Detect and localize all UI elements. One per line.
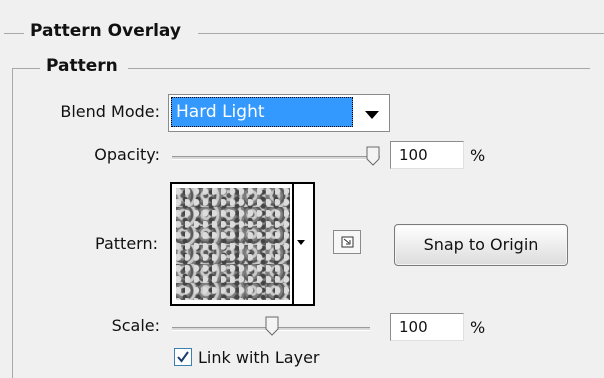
overlay-top-rule-right: [198, 33, 604, 34]
link-with-layer-checkbox[interactable]: [174, 348, 192, 366]
opacity-slider-track[interactable]: [172, 156, 380, 160]
link-with-layer-label[interactable]: Link with Layer: [198, 348, 320, 367]
pattern-picker[interactable]: [170, 182, 315, 306]
pattern-dropdown-arrow-icon[interactable]: [297, 240, 305, 245]
blend-mode-label: Blend Mode:: [60, 102, 160, 121]
pattern-swatch[interactable]: [176, 188, 290, 300]
snap-to-origin-button[interactable]: Snap to Origin: [394, 224, 568, 266]
new-preset-icon: [341, 236, 354, 248]
section-title: Pattern Overlay: [30, 21, 181, 41]
overlay-top-rule-left: [4, 33, 24, 34]
scale-input[interactable]: 100: [390, 313, 464, 341]
opacity-slider-thumb[interactable]: [366, 146, 380, 166]
opacity-label: Opacity:: [94, 145, 160, 164]
opacity-input[interactable]: 100: [390, 141, 464, 169]
pattern-picker-divider: [292, 184, 294, 304]
blend-mode-value: Hard Light: [171, 97, 353, 127]
blend-mode-select[interactable]: Hard Light: [168, 94, 390, 132]
group-title: Pattern: [46, 56, 118, 76]
new-preset-button[interactable]: [333, 230, 361, 254]
scale-slider-thumb[interactable]: [265, 316, 279, 336]
pattern-label: Pattern:: [95, 234, 158, 253]
pattern-group-top-rule-right: [128, 68, 590, 69]
scale-unit: %: [470, 318, 486, 337]
scale-label: Scale:: [111, 316, 160, 335]
pattern-group-left-rule: [12, 68, 13, 378]
checkmark-icon: [177, 351, 189, 363]
pattern-group-top-rule-left: [12, 68, 40, 69]
opacity-unit: %: [470, 146, 486, 165]
dropdown-arrow-icon[interactable]: [365, 111, 379, 119]
